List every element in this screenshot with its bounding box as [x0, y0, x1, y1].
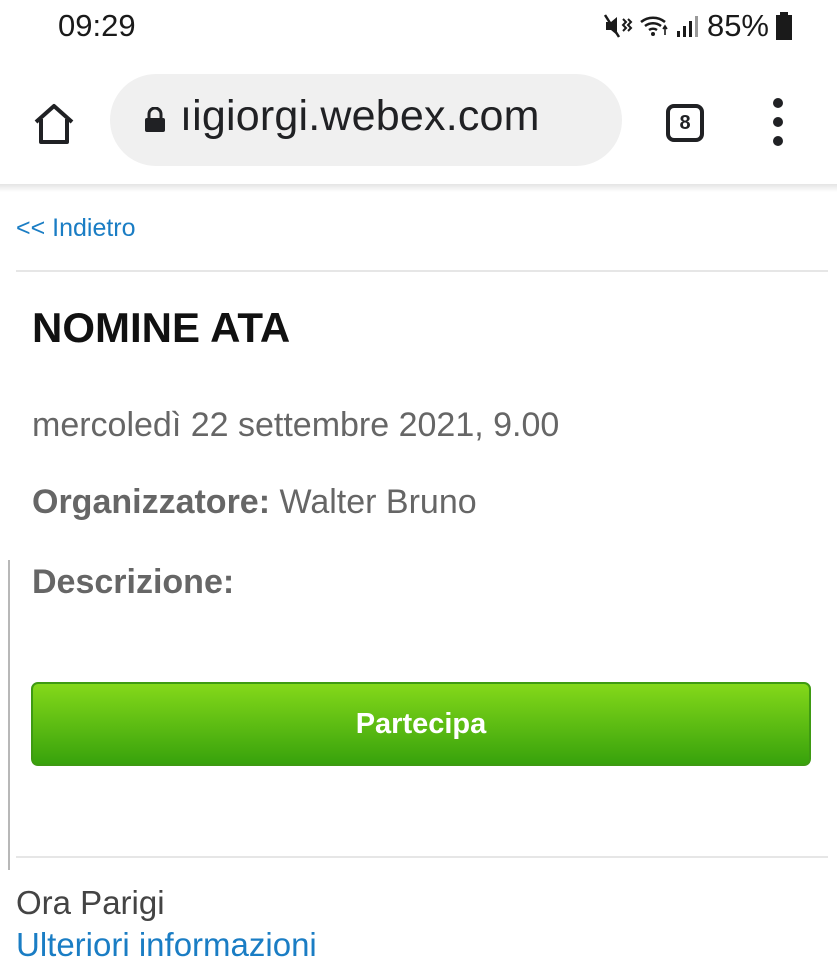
battery-percent: 85%: [706, 8, 769, 43]
page-title: NOMINE ATA: [32, 304, 291, 351]
lock-icon: [144, 106, 166, 138]
wifi-icon: [639, 13, 669, 39]
battery-icon: [775, 11, 793, 41]
url-text: ıigiorgi.webex.com: [180, 92, 540, 140]
top-divider: [16, 270, 828, 272]
tabs-icon[interactable]: 8: [666, 104, 704, 142]
organizer-name: Walter Bruno: [270, 483, 477, 521]
home-icon[interactable]: [30, 100, 78, 148]
join-button[interactable]: Partecipa: [31, 682, 811, 766]
scroll-edge-rule: [8, 560, 10, 870]
description-label: Descrizione:: [32, 563, 235, 601]
address-bar[interactable]: ıigiorgi.webex.com: [110, 74, 622, 166]
meeting-date: mercoledì 22 settembre 2021, 9.00: [32, 406, 560, 444]
bottom-divider: [16, 856, 828, 858]
organizer-label: Organizzatore:: [32, 483, 271, 521]
status-time: 09:29: [58, 8, 136, 43]
organizer-row: Organizzatore: Walter Bruno: [32, 483, 477, 522]
status-indicators: 85%: [603, 8, 793, 44]
timezone-label: Ora Parigi: [16, 884, 165, 921]
more-menu-icon[interactable]: [766, 98, 790, 148]
mute-vibrate-icon: [603, 13, 633, 39]
toolbar-shadow: [0, 184, 837, 192]
status-bar: 09:29 85%: [0, 0, 837, 58]
back-link[interactable]: << Indietro: [16, 214, 136, 243]
more-info-link[interactable]: Ulteriori informazioni: [16, 926, 317, 964]
signal-icon: [675, 13, 701, 39]
